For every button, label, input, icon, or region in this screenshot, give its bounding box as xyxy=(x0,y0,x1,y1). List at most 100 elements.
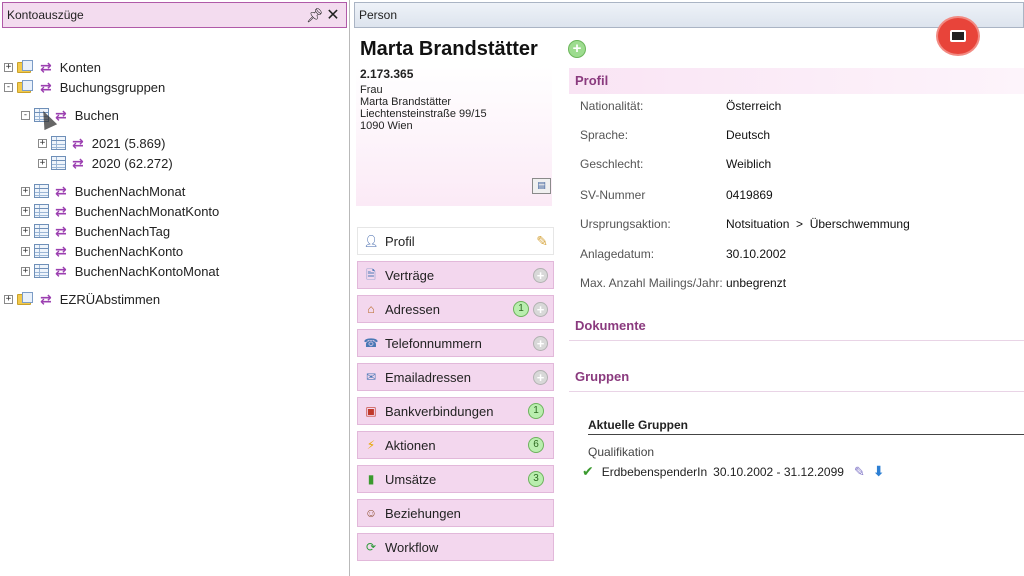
nav-aktionen[interactable]: ⚡︎ Aktionen 6 xyxy=(357,431,554,459)
transfer-icon: ⇄ xyxy=(40,290,52,307)
table-icon xyxy=(34,184,49,198)
current-groups-label: Aktuelle Gruppen xyxy=(588,418,1024,435)
count-badge: 1 xyxy=(513,301,529,317)
nav-label: Umsätze xyxy=(385,471,437,487)
left-panel-title: Kontoauszüge xyxy=(7,8,84,22)
tree-node-buchennachkonto[interactable]: + ⇄ BuchenNachKonto xyxy=(21,241,183,261)
transfer-icon: ⇄ xyxy=(55,182,67,199)
mail-icon: ✉ xyxy=(365,370,377,384)
expand-icon[interactable]: + xyxy=(21,246,30,256)
left-panel-header: Kontoauszüge 📌︎ ✕ xyxy=(2,2,347,28)
transfer-icon: ⇄ xyxy=(55,242,67,259)
add-icon[interactable]: + xyxy=(568,40,586,58)
money-icon: ▮ xyxy=(367,472,375,486)
nav-vertraege[interactable]: 🗎︎ Verträge + xyxy=(357,261,554,289)
lightning-icon: ⚡︎ xyxy=(366,438,376,452)
transfer-icon: ⇄ xyxy=(55,222,67,239)
transfer-icon: ⇄ xyxy=(40,78,52,95)
nav-umsaetze[interactable]: ▮ Umsätze 3 xyxy=(357,465,554,493)
tree-node-konten[interactable]: + ⇄ Konten xyxy=(4,57,101,77)
tree-node-buchennachmonatkonto[interactable]: + ⇄ BuchenNachMonatKonto xyxy=(21,201,219,221)
person-nav: 👤︎ Profil ✎ 🗎︎ Verträge + ⌂ Adressen 1 +… xyxy=(357,227,554,567)
tree-node-2021[interactable]: + ⇄ 2021 (5.869) xyxy=(38,133,165,153)
tree-node-label: BuchenNachKontoMonat xyxy=(74,263,220,279)
tree-node-label: 2020 (62.272) xyxy=(91,155,173,171)
house-icon: ⌂ xyxy=(367,302,375,316)
tree-node-buchen[interactable]: - ⇄ Buchen xyxy=(21,105,119,125)
person-number: 2.173.365 xyxy=(360,67,414,81)
nav-label: Verträge xyxy=(385,267,435,283)
nav-label: Profil xyxy=(385,233,415,249)
add-icon[interactable]: + xyxy=(533,369,548,385)
expand-icon[interactable]: + xyxy=(21,206,30,216)
tree-node-buchennachtag[interactable]: + ⇄ BuchenNachTag xyxy=(21,221,170,241)
person-salutation: Frau xyxy=(360,84,383,96)
close-icon[interactable]: ✕ xyxy=(324,5,342,25)
expand-icon[interactable]: + xyxy=(21,186,30,196)
nav-beziehungen[interactable]: ☺ Beziehungen xyxy=(357,499,554,527)
nav-label: Telefonnummern xyxy=(385,335,482,351)
pencil-icon[interactable]: ✎ xyxy=(854,464,865,480)
tree-node-label: EZRÜAbstimmen xyxy=(59,291,161,307)
profil-section: Profil xyxy=(569,68,1024,94)
table-icon xyxy=(51,136,66,150)
gruppen-heading[interactable]: Gruppen xyxy=(569,364,1024,392)
arrow-down-icon[interactable]: ⬇︎ xyxy=(873,463,885,480)
profil-key: Nationalität: xyxy=(580,99,644,113)
transfer-icon: ⇄ xyxy=(55,106,67,123)
expand-icon[interactable]: + xyxy=(4,294,13,304)
collapse-icon[interactable]: - xyxy=(4,82,13,92)
panel-tab-title: Person xyxy=(359,8,398,22)
transfer-icon: ⇄ xyxy=(55,202,67,219)
table-icon xyxy=(51,156,66,170)
nav-emailadressen[interactable]: ✉ Emailadressen + xyxy=(357,363,554,391)
nav-adressen[interactable]: ⌂ Adressen 1 + xyxy=(357,295,554,323)
phone-icon: ☎ xyxy=(363,336,379,350)
bank-icon: ▣ xyxy=(365,404,377,418)
tree-node-buchungsgruppen[interactable]: - ⇄ Buchungsgruppen xyxy=(4,77,165,97)
nav-telefonnummern[interactable]: ☎ Telefonnummern + xyxy=(357,329,554,357)
nav-profil[interactable]: 👤︎ Profil ✎ xyxy=(357,227,554,255)
workflow-icon: ⟳ xyxy=(365,540,377,554)
profil-key: Anlagedatum: xyxy=(580,247,655,261)
add-icon[interactable]: + xyxy=(533,301,548,317)
count-badge: 6 xyxy=(528,437,544,453)
table-icon xyxy=(34,204,49,218)
monitor-icon xyxy=(950,30,966,42)
person-address-name: Marta Brandstätter xyxy=(360,96,452,108)
profil-value: 30.10.2002 xyxy=(726,247,787,261)
group-category: Qualifikation xyxy=(588,445,655,459)
profil-value: Weiblich xyxy=(726,157,772,171)
nav-label: Aktionen xyxy=(385,437,436,453)
pin-icon[interactable]: 📌︎ xyxy=(306,7,324,24)
folder-icon xyxy=(17,60,34,74)
nav-bankverbindungen[interactable]: ▣ Bankverbindungen 1 xyxy=(357,397,554,425)
tree-node-label: Buchungsgruppen xyxy=(59,79,166,95)
dokumente-heading[interactable]: Dokumente xyxy=(569,313,1024,341)
expand-icon[interactable]: + xyxy=(38,138,47,148)
profil-key: Max. Anzahl Mailings/Jahr: xyxy=(580,276,723,290)
profil-heading: Profil xyxy=(569,68,1024,94)
expand-icon[interactable]: + xyxy=(4,62,13,72)
tree-node-buchennachkontomonat[interactable]: + ⇄ BuchenNachKontoMonat xyxy=(21,261,219,281)
person-city: 1090 Wien xyxy=(360,120,413,132)
nav-workflow[interactable]: ⟳ Workflow xyxy=(357,533,554,561)
add-icon[interactable]: + xyxy=(533,267,548,283)
add-icon[interactable]: + xyxy=(533,335,548,351)
expand-icon[interactable]: + xyxy=(21,226,30,236)
tree-node-ezruabstimmen[interactable]: + ⇄ EZRÜAbstimmen xyxy=(4,289,160,309)
person-panel-header: Person xyxy=(354,2,1024,28)
tree-node-2020[interactable]: + ⇄ 2020 (62.272) xyxy=(38,153,173,173)
edit-icon[interactable]: ✎ xyxy=(536,233,548,250)
transfer-icon: ⇄ xyxy=(72,134,84,151)
screen-share-button[interactable] xyxy=(938,18,978,54)
expand-icon[interactable]: + xyxy=(21,266,30,276)
expand-icon[interactable]: + xyxy=(38,158,47,168)
count-badge: 1 xyxy=(528,403,544,419)
collapse-icon[interactable]: - xyxy=(21,110,30,120)
tree-node-label: 2021 (5.869) xyxy=(91,135,166,151)
folder-icon xyxy=(17,292,34,306)
tree-node-buchennachmonat[interactable]: + ⇄ BuchenNachMonat xyxy=(21,181,185,201)
vcard-icon[interactable]: ▤ xyxy=(532,178,551,194)
transfer-icon: ⇄ xyxy=(55,262,67,279)
